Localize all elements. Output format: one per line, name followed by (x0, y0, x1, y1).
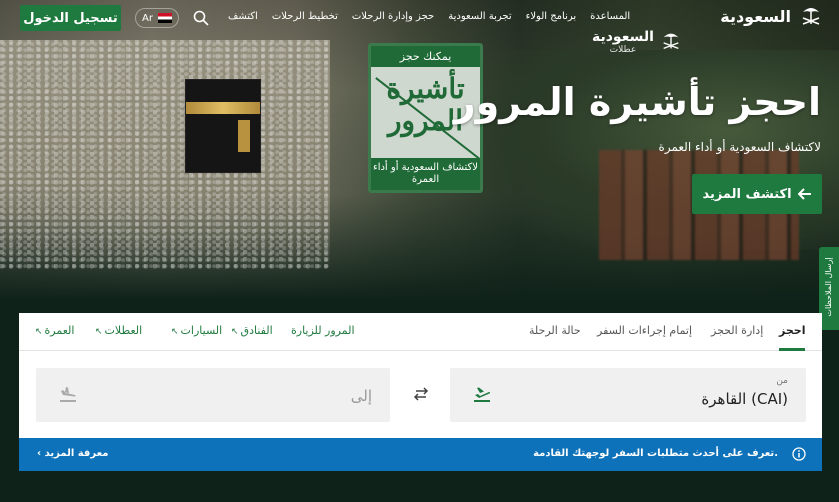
saudia-holidays-logo[interactable]: السعودية عطلات (592, 26, 684, 55)
origin-value: القاهرة (CAI) (701, 390, 788, 408)
visa-sign-bottom: لاكتشاف السعودية أو أداء العمرة (371, 158, 480, 190)
language-label: Ar (142, 12, 153, 24)
tab-check-in[interactable]: إتمام إجراءات السفر (597, 324, 692, 337)
travel-info-text: تعرف على أحدث متطلبات السفر لوجهتك القاد… (533, 448, 778, 459)
feedback-label: إرسال الملاحظات (824, 257, 833, 317)
kaaba-image (186, 80, 260, 172)
booking-tabs: احجز إدارة الحجز إتمام إجراءات السفر حال… (19, 313, 822, 351)
language-selector[interactable]: Ar (135, 8, 179, 28)
tab-hotels-label: الفنادق (240, 324, 273, 337)
hero-subtitle: لاكتشاف السعودية أو أداء العمرة (658, 140, 821, 154)
nav-link-loyalty[interactable]: برنامج الولاء (526, 11, 577, 22)
origin-field[interactable]: من القاهرة (CAI) (450, 368, 806, 422)
discover-more-label: اكتشف المزيد (702, 186, 792, 202)
takeoff-icon (474, 387, 491, 402)
destination-field[interactable]: إلى (36, 368, 390, 422)
tab-book[interactable]: احجز (779, 324, 805, 337)
egypt-flag-icon (157, 13, 172, 23)
tab-umrah-label: العمرة (44, 324, 75, 337)
chevron-left-icon: ‹ (37, 448, 45, 459)
arrow-left-icon (797, 188, 811, 200)
holidays-logo-sub: عطلات (609, 45, 637, 55)
external-link-icon: ↖ (171, 327, 179, 337)
tab-holidays[interactable]: ↖ العطلات (95, 324, 142, 337)
nav-link-experience[interactable]: تجربة السعودية (448, 11, 511, 22)
external-link-icon: ↖ (231, 327, 239, 337)
search-icon[interactable] (193, 10, 209, 26)
tab-transit-visit[interactable]: المرور للزيارة (291, 324, 355, 337)
destination-placeholder: إلى (350, 387, 372, 405)
login-button[interactable]: تسجيل الدخول (20, 5, 121, 31)
active-tab-indicator (779, 348, 805, 351)
discover-more-button[interactable]: اكتشف المزيد (692, 174, 822, 214)
landing-icon (60, 387, 76, 402)
feedback-tab[interactable]: إرسال الملاحظات (819, 247, 839, 330)
holidays-logo-text: السعودية (592, 29, 654, 45)
nav-links: اكتشف تخطيط الرحلات حجز وإدارة الرحلات ت… (228, 11, 668, 22)
nav-link-book-manage[interactable]: حجز وإدارة الرحلات (352, 11, 434, 22)
tab-hotels[interactable]: ↖ الفنادق (231, 324, 273, 337)
learn-more-link[interactable]: ‹ معرفة المزيد (37, 448, 108, 459)
tab-flight-status[interactable]: حالة الرحلة (529, 324, 581, 337)
info-icon (792, 447, 806, 461)
logo-text: السعودية (720, 6, 791, 26)
travel-info-banner: تعرف على أحدث متطلبات السفر لوجهتك القاد… (19, 438, 822, 471)
tab-manage-booking[interactable]: إدارة الحجز (711, 324, 763, 337)
booking-card: احجز إدارة الحجز إتمام إجراءات السفر حال… (19, 313, 822, 471)
origin-label: من (776, 376, 788, 386)
external-link-icon: ↖ (35, 327, 43, 337)
tab-holidays-label: العطلات (104, 324, 143, 337)
tab-transit-visit-label: المرور للزيارة (291, 324, 355, 337)
nav-link-discover[interactable]: اكتشف (228, 11, 258, 22)
tab-cars-label: السيارات (180, 324, 223, 337)
top-nav: تسجيل الدخول Ar اكتشف تخطيط الرحلات حجز … (0, 0, 839, 55)
saudia-logo[interactable]: السعودية (720, 4, 825, 28)
visa-sign-top: يمكنك حجز (371, 46, 480, 67)
nav-link-help[interactable]: المساعدة (590, 11, 630, 22)
palm-swords-icon (663, 33, 679, 49)
external-link-icon: ↖ (95, 327, 103, 337)
nav-link-plan[interactable]: تخطيط الرحلات (272, 11, 338, 22)
hero-banner: يمكنك حجز تأشيرة المرور لاكتشاف السعودية… (0, 0, 839, 300)
hero-crowd-image (0, 40, 330, 270)
palm-swords-icon (802, 8, 820, 25)
tab-umrah[interactable]: ↖ العمرة (35, 324, 74, 337)
learn-more-label: معرفة المزيد (44, 448, 109, 459)
swap-icon[interactable] (412, 385, 430, 403)
hero-title: احجز تأشيرة المرور (453, 80, 821, 124)
tab-cars[interactable]: ↖ السيارات (171, 324, 222, 337)
